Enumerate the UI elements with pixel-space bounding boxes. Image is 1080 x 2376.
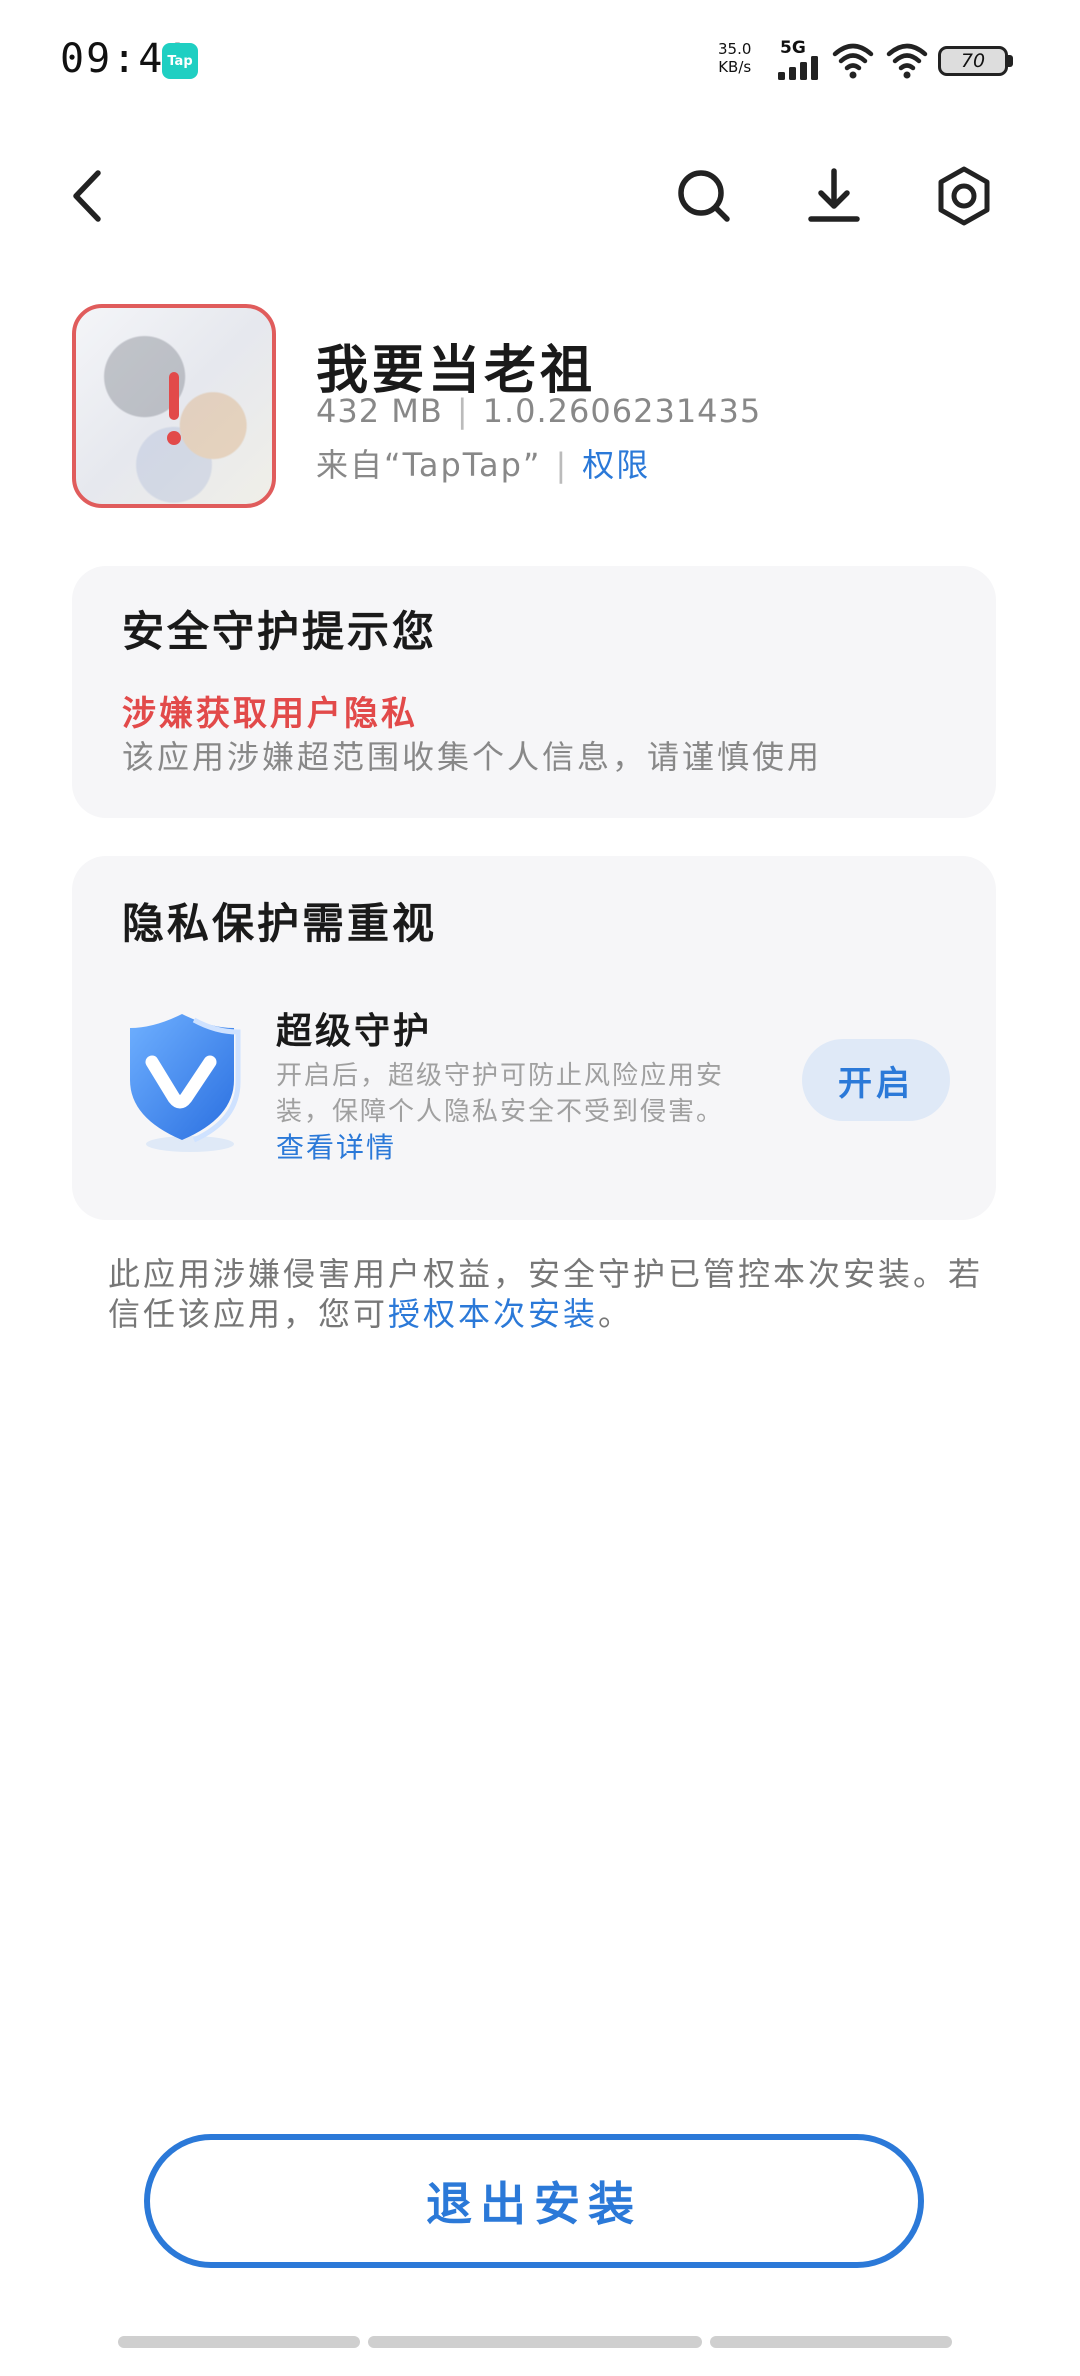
notice-text-end: 。 (598, 1295, 634, 1333)
shield-v-icon (130, 1014, 241, 1152)
gesture-bar-segment (368, 2336, 702, 2348)
network-speed: 35.0 KB/s (718, 40, 751, 76)
source-separator: | (555, 446, 569, 484)
meta-separator: | (456, 392, 469, 430)
app-icon (72, 304, 276, 508)
exit-install-button[interactable]: 退出安装 (144, 2134, 924, 2268)
battery-tip (1008, 55, 1013, 67)
risk-warning-title: 涉嫌获取用户隐私 (122, 694, 418, 734)
gesture-bar-segment (118, 2336, 360, 2348)
app-version: 1.0.2606231435 (482, 392, 762, 430)
network-speed-value: 35.0 (718, 40, 752, 58)
gesture-bar-segment (710, 2336, 952, 2348)
wifi-icon (832, 43, 874, 79)
super-protection-title: 超级守护 (276, 1011, 433, 1052)
privacy-card-title: 隐私保护需重视 (122, 899, 438, 948)
app-size: 432 MB (316, 392, 443, 430)
settings-hexagon-icon[interactable] (931, 163, 997, 229)
risk-warning-description: 该应用涉嫌超范围收集个人信息，请谨慎使用 (122, 738, 823, 776)
cellular-signal-icon (778, 56, 818, 80)
back-chevron-icon[interactable] (58, 163, 124, 229)
super-protection-description: 开启后，超级守护可防止风险应用安装，保障个人隐私安全不受到侵害。 (276, 1061, 725, 1127)
view-details-link[interactable]: 查看详情 (276, 1126, 396, 1166)
network-speed-unit: KB/s (718, 58, 752, 76)
app-source: 来自“TapTap” (316, 446, 542, 484)
download-icon[interactable] (801, 163, 867, 229)
battery-indicator: 70 (938, 46, 1008, 76)
app-source-row: 来自“TapTap” | 权限 (316, 440, 650, 486)
wifi-icon-secondary (886, 43, 928, 79)
network-type: 5G (780, 38, 806, 58)
security-card-title: 安全守护提示您 (122, 607, 438, 656)
search-icon[interactable] (671, 163, 737, 229)
enable-protection-button[interactable]: 开启 (802, 1039, 950, 1121)
taptap-notification-icon: Tap (162, 43, 198, 79)
permissions-link[interactable]: 权限 (582, 446, 650, 484)
warning-exclamation-icon (167, 372, 181, 445)
install-notice: 此应用涉嫌侵害用户权益，安全守护已管控本次安装。若信任该应用，您可授权本次安装。 (108, 1254, 988, 1334)
authorize-install-link[interactable]: 授权本次安装 (388, 1295, 598, 1333)
app-meta: 432 MB | 1.0.2606231435 (316, 392, 761, 430)
